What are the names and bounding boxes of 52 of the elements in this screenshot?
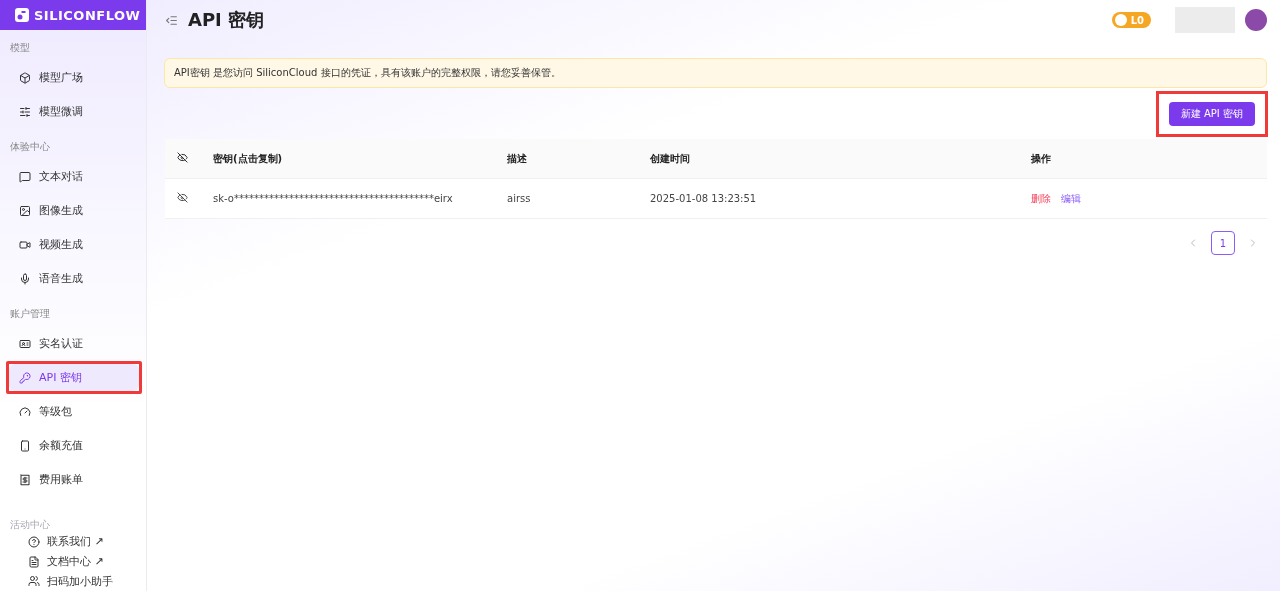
- sidebar-item[interactable]: 语音生成: [9, 265, 139, 293]
- key-cell[interactable]: sk-o****************************************eirx: [201, 193, 495, 204]
- users-icon: [28, 575, 40, 588]
- sidebar-link[interactable]: 扫码加小助手: [0, 571, 146, 591]
- sidebar-item[interactable]: 模型微调: [9, 98, 139, 126]
- action-link[interactable]: 删除: [1031, 192, 1051, 204]
- sidebar-item[interactable]: 等级包: [9, 398, 139, 426]
- column-header: 创建时间: [649, 151, 691, 166]
- sidebar-item[interactable]: 费用账单: [9, 466, 139, 494]
- sidebar-item[interactable]: 模型广场: [9, 64, 139, 92]
- sidebar-link[interactable]: 联系我们 ↗: [0, 532, 146, 552]
- page-title: API 密钥: [188, 8, 265, 32]
- document-icon: [28, 555, 40, 568]
- image-icon: [19, 204, 31, 217]
- table-cell-text: 2025-01-08 13:23:51: [649, 193, 758, 204]
- video-camera-icon: [19, 238, 31, 251]
- sidebar-item[interactable]: 文本对话: [9, 163, 139, 191]
- sliders-icon: [19, 105, 31, 118]
- chat-icon: [19, 170, 31, 183]
- collapse-menu-icon[interactable]: [165, 13, 178, 27]
- hide-icon[interactable]: [177, 192, 188, 203]
- sidebar-item[interactable]: 视频生成: [9, 231, 139, 259]
- phone-icon: [19, 439, 31, 452]
- action-link[interactable]: 编辑: [1061, 192, 1081, 204]
- section-title: 账户管理: [9, 307, 51, 322]
- logo-icon: [15, 8, 29, 23]
- sidebar-item[interactable]: 实名认证: [9, 330, 139, 358]
- key-icon: [19, 371, 31, 384]
- column-header: 操作: [1030, 151, 1052, 166]
- id-card-icon: [19, 337, 31, 350]
- hide-icon[interactable]: [177, 152, 188, 163]
- level-badge: L0: [1111, 12, 1151, 28]
- gauge-icon: [19, 405, 31, 418]
- microphone-icon: [19, 272, 31, 285]
- brand-name: SILICONFLOW: [34, 7, 141, 23]
- sidebar-link[interactable]: 文档中心 ↗: [0, 551, 146, 572]
- new-key-button[interactable]: 新建 API 密钥: [1168, 102, 1255, 126]
- table-cell-text: airss: [506, 193, 532, 204]
- page-button[interactable]: 1: [1211, 231, 1235, 255]
- section-title: 体验中心: [9, 140, 51, 155]
- receipt-icon: [19, 473, 31, 486]
- section-title: 模型: [9, 41, 31, 56]
- user-avatar[interactable]: [1245, 9, 1267, 31]
- cube-icon: [19, 71, 31, 84]
- help-icon: [28, 535, 40, 548]
- info-alert: API密钥 是您访问 SiliconCloud 接口的凭证，具有该账户的完整权限，请您妥善保管。: [164, 58, 1267, 88]
- column-header: 描述: [506, 151, 528, 166]
- sidebar-item[interactable]: 图像生成: [9, 197, 139, 225]
- section-title: 活动中心: [9, 518, 51, 533]
- sidebar-item[interactable]: 余额充值: [9, 432, 139, 460]
- column-header: 密钥(点击复制): [212, 151, 284, 166]
- sidebar-item[interactable]: API 密钥: [9, 364, 139, 392]
